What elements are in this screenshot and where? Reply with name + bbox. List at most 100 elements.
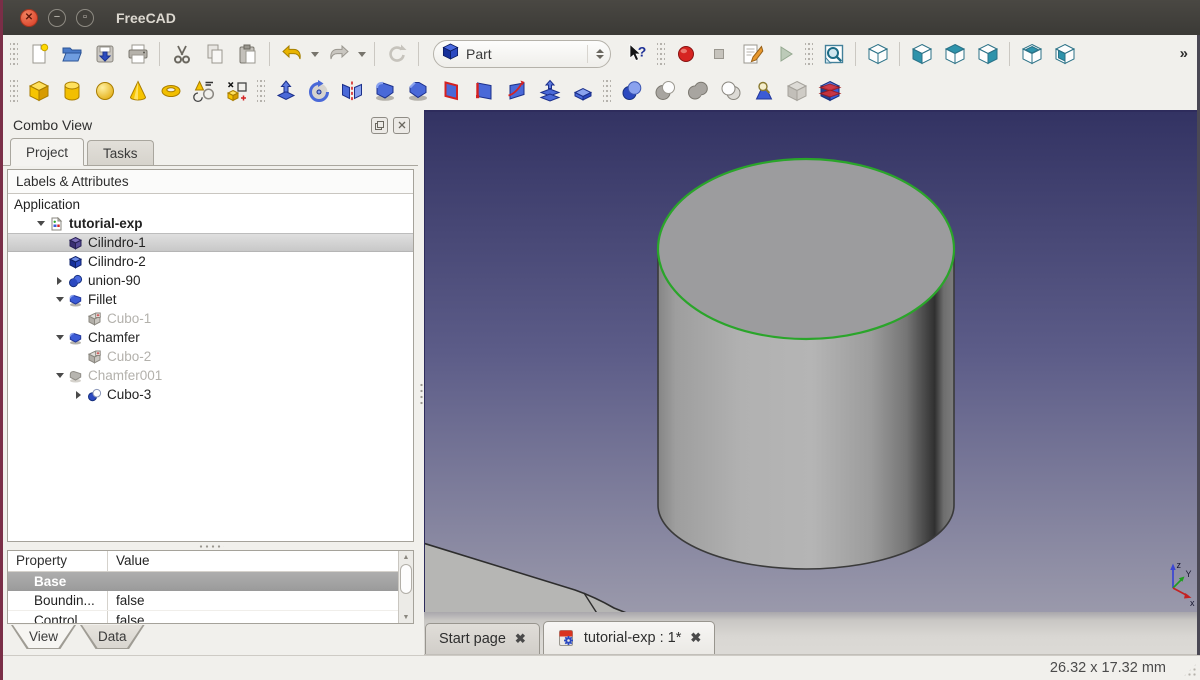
- b-intersect-button[interactable]: [714, 76, 747, 106]
- b-defeature-button[interactable]: [780, 76, 813, 106]
- p-chamfer-button[interactable]: [401, 76, 434, 106]
- copy-button[interactable]: [198, 39, 231, 69]
- whatsthis-button[interactable]: ?: [620, 39, 653, 69]
- new-file-button[interactable]: [22, 39, 55, 69]
- p-cylinder-button[interactable]: [55, 76, 88, 106]
- close-tab-icon[interactable]: ✖: [515, 631, 526, 647]
- redo-button[interactable]: [322, 39, 355, 69]
- p-fillet-button[interactable]: [368, 76, 401, 106]
- resize-grip[interactable]: [1182, 662, 1198, 678]
- tree-expander-icon[interactable]: [52, 274, 67, 288]
- redo-arrow-icon[interactable]: [355, 39, 369, 69]
- mdi-tab-start-page[interactable]: Start page✖: [425, 623, 540, 654]
- b-crosssection-button[interactable]: [813, 76, 846, 106]
- property-value[interactable]: false: [108, 611, 145, 624]
- tree-expander-icon[interactable]: [52, 293, 67, 307]
- horizontal-splitter[interactable]: [3, 542, 418, 550]
- property-value[interactable]: false: [108, 591, 145, 610]
- stop-button[interactable]: [702, 39, 735, 69]
- property-row-boundin-[interactable]: Boundin...false: [8, 591, 413, 611]
- p-sphere-button[interactable]: [88, 76, 121, 106]
- view-rear-button[interactable]: [1015, 39, 1048, 69]
- scroll-up-icon[interactable]: ▲: [399, 551, 413, 563]
- 3d-viewport[interactable]: z Y x: [424, 110, 1197, 612]
- toolbar-overflow-button[interactable]: »: [1174, 45, 1194, 62]
- p-cone-button[interactable]: [121, 76, 154, 106]
- p-primitives-button[interactable]: [187, 76, 220, 106]
- p-shapebuilder-button[interactable]: [220, 76, 253, 106]
- maximize-window-icon[interactable]: ▫: [76, 9, 94, 27]
- toolbar-grip[interactable]: [10, 80, 18, 102]
- b-boolean-button[interactable]: [615, 76, 648, 106]
- property-scrollbar[interactable]: ▲▼: [398, 551, 413, 623]
- b-union-button[interactable]: [681, 76, 714, 106]
- tree-item-cilindro-2[interactable]: Cilindro-2: [8, 252, 413, 271]
- tree-item-fillet[interactable]: Fillet: [8, 290, 413, 309]
- tree-item-cubo-3[interactable]: Cubo-3: [8, 385, 413, 404]
- scroll-down-icon[interactable]: ▼: [399, 611, 413, 623]
- tree-item-tutorial-exp[interactable]: tutorial-exp: [8, 214, 413, 233]
- tab-view[interactable]: View: [11, 625, 76, 649]
- tree-item-cubo-2[interactable]: Cubo-2: [8, 347, 413, 366]
- macro-play-button[interactable]: [768, 39, 801, 69]
- toolbar-grip[interactable]: [603, 80, 611, 102]
- float-panel-icon[interactable]: [371, 117, 388, 134]
- property-row-base[interactable]: Base: [8, 572, 413, 591]
- p-offset-button[interactable]: [566, 76, 599, 106]
- undo-arrow-icon[interactable]: [308, 39, 322, 69]
- cut-button[interactable]: [165, 39, 198, 69]
- toolbar-grip[interactable]: [257, 80, 265, 102]
- tree-item-application[interactable]: Application: [8, 195, 413, 214]
- tree-item-union-90[interactable]: union-90: [8, 271, 413, 290]
- tree-expander-icon[interactable]: [52, 369, 67, 383]
- refresh-button[interactable]: [380, 39, 413, 69]
- fillet-box-corner[interactable]: [425, 543, 639, 612]
- tree-expander-icon[interactable]: [33, 217, 48, 231]
- p-makeface-button[interactable]: [434, 76, 467, 106]
- b-checkgeo-button[interactable]: [747, 76, 780, 106]
- close-panel-icon[interactable]: [393, 117, 410, 134]
- tree-expander-icon[interactable]: [71, 388, 86, 402]
- property-row-control-[interactable]: Control...false: [8, 611, 413, 624]
- record-button[interactable]: [669, 39, 702, 69]
- view-left-button[interactable]: [1048, 39, 1081, 69]
- paste-button[interactable]: [231, 39, 264, 69]
- p-torus-button[interactable]: [154, 76, 187, 106]
- p-crosssections-button[interactable]: [533, 76, 566, 106]
- p-ruled-button[interactable]: [467, 76, 500, 106]
- tab-tasks[interactable]: Tasks: [87, 140, 154, 165]
- p-box-button[interactable]: [22, 76, 55, 106]
- minimize-window-icon[interactable]: −: [48, 9, 66, 27]
- p-revolve-button[interactable]: [302, 76, 335, 106]
- toolbar-grip[interactable]: [10, 43, 18, 65]
- tree-item-chamfer[interactable]: Chamfer: [8, 328, 413, 347]
- scrollbar-thumb[interactable]: [400, 564, 412, 594]
- view-right-button[interactable]: [971, 39, 1004, 69]
- vertical-splitter[interactable]: [418, 110, 424, 655]
- view-front-button[interactable]: [905, 39, 938, 69]
- undo-button[interactable]: [275, 39, 308, 69]
- toolbar-grip[interactable]: [657, 43, 665, 65]
- p-mirror-button[interactable]: [335, 76, 368, 106]
- tree-item-cubo-1[interactable]: Cubo-1: [8, 309, 413, 328]
- cylinder[interactable]: [658, 159, 954, 569]
- open-button[interactable]: [55, 39, 88, 69]
- p-sweep-button[interactable]: [500, 76, 533, 106]
- fit-all-button[interactable]: [817, 39, 850, 69]
- view-top-button[interactable]: [938, 39, 971, 69]
- tab-data[interactable]: Data: [80, 625, 145, 649]
- view-axo-button[interactable]: [861, 39, 894, 69]
- tree-item-chamfer001[interactable]: Chamfer001: [8, 366, 413, 385]
- print-button[interactable]: [121, 39, 154, 69]
- macro-edit-button[interactable]: [735, 39, 768, 69]
- close-window-icon[interactable]: ✕: [20, 9, 38, 27]
- workbench-selector[interactable]: Part: [433, 40, 611, 68]
- close-tab-icon[interactable]: ✖: [690, 630, 701, 646]
- save-button[interactable]: [88, 39, 121, 69]
- mdi-tab-tutorial-exp-1-[interactable]: tutorial-exp : 1*✖: [543, 621, 715, 654]
- tree-expander-icon[interactable]: [52, 331, 67, 345]
- tree-item-cilindro-1[interactable]: Cilindro-1: [8, 233, 413, 252]
- b-cut-button[interactable]: [648, 76, 681, 106]
- tab-project[interactable]: Project: [10, 138, 84, 166]
- toolbar-grip[interactable]: [805, 43, 813, 65]
